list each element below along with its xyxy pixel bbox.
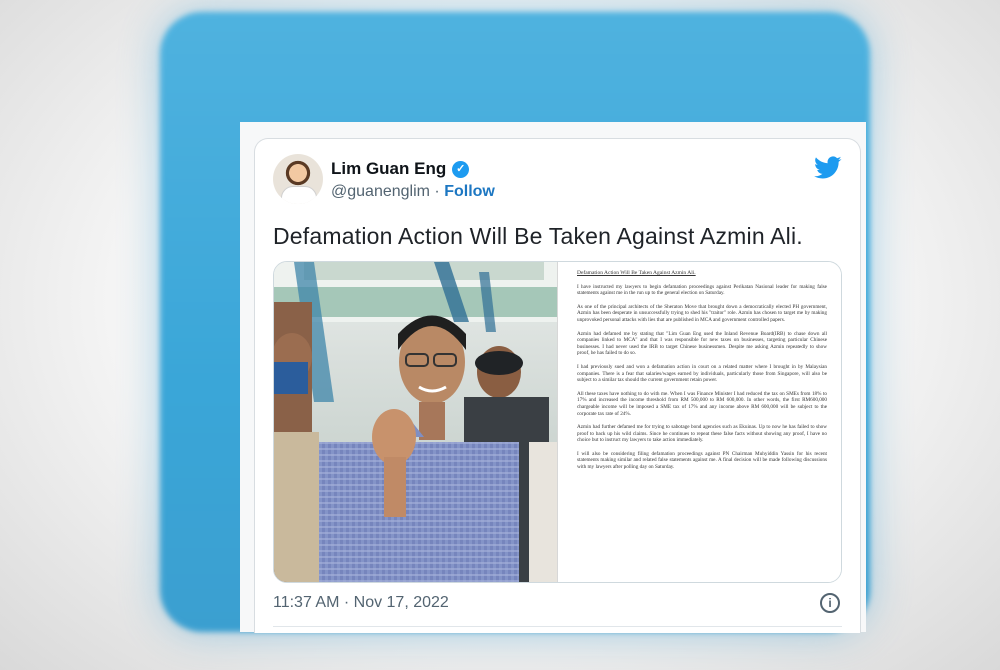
document-paragraph: All these taxes have nothing to do with … [577, 390, 827, 417]
avatar-shirt [281, 186, 317, 204]
document-paragraph: I will also be considering filing defama… [577, 450, 827, 471]
tweet-media[interactable]: Defamation Action Will Be Taken Against … [273, 261, 842, 583]
photo-illustration [274, 262, 557, 582]
verified-badge-icon: ✓ [452, 160, 470, 178]
document-title: Defamation Action Will Be Taken Against … [577, 270, 696, 276]
author-name[interactable]: Lim Guan Eng [331, 159, 446, 179]
separator-dot: · [434, 183, 440, 200]
document-paragraph: As one of the principal architects of th… [577, 303, 827, 323]
footer-divider [273, 626, 842, 627]
photo-politician-waving[interactable] [274, 262, 557, 582]
author-handle[interactable]: @guanenglim [331, 183, 430, 200]
tweet-timestamp[interactable]: 11:37 AM · Nov 17, 2022 [273, 594, 449, 612]
tweet-card: Lim Guan Eng ✓ @guanenglim · Follow Defa… [254, 138, 861, 633]
tweet-text: Defamation Action Will Be Taken Against … [273, 223, 803, 249]
statement-document[interactable]: Defamation Action Will Be Taken Against … [557, 262, 841, 582]
handle-row: @guanenglim · Follow [331, 183, 495, 201]
document-paragraph: Azmin had further defamed me for trying … [577, 424, 827, 444]
avatar[interactable] [273, 154, 323, 204]
follow-button[interactable]: Follow [444, 183, 495, 200]
document-paragraph: I have instructed my lawyers to begin de… [577, 283, 827, 297]
document-paragraph: Azmin had defamed me by stating that "Li… [577, 330, 827, 357]
twitter-bird-icon[interactable] [814, 156, 842, 180]
author-row: Lim Guan Eng ✓ [331, 159, 470, 179]
document-paragraph: I had previously sued and won a defamati… [577, 363, 827, 384]
info-icon[interactable]: i [820, 593, 840, 613]
